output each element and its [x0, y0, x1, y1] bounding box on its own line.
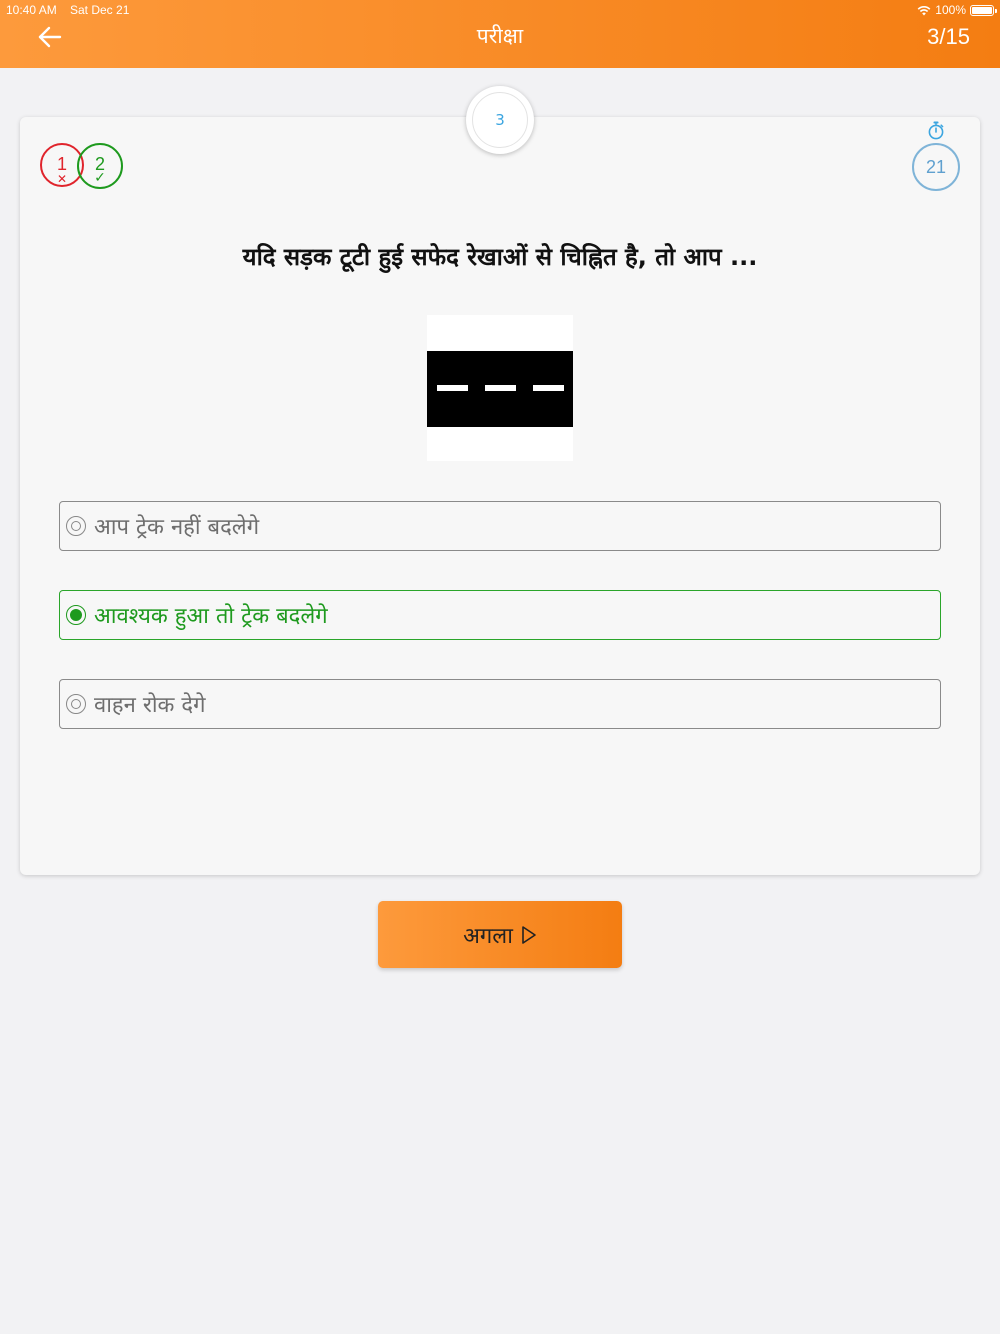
- play-icon: [522, 925, 536, 944]
- check-icon: ✓: [94, 170, 106, 186]
- radio-icon: [66, 516, 86, 536]
- status-date: Sat Dec 21: [70, 3, 130, 17]
- question-progress: 3/15: [927, 24, 970, 49]
- road-broken-lines-image: [427, 315, 573, 461]
- battery-percent: 100%: [935, 3, 966, 17]
- cross-icon: ✕: [56, 172, 68, 186]
- answer-option-label: आवश्यक हुआ तो ट्रेक बदलेगे: [94, 604, 328, 629]
- page-title: परीक्षा: [476, 24, 524, 48]
- answer-option-1[interactable]: आप ट्रेक नहीं बदलेगे: [59, 501, 941, 551]
- next-button[interactable]: अगला: [378, 901, 622, 968]
- wifi-icon: [917, 5, 931, 15]
- radio-icon: [66, 694, 86, 714]
- question-number: 3: [472, 92, 528, 148]
- timer-countdown: 21: [912, 143, 960, 191]
- answer-option-label: आप ट्रेक नहीं बदलेगे: [94, 515, 260, 540]
- question-number-badge: 3: [466, 86, 534, 154]
- radio-selected-icon: [66, 605, 86, 625]
- status-time: 10:40 AM: [6, 3, 57, 17]
- question-card: [20, 117, 980, 875]
- question-text: यदि सड़क टूटी हुई सफेद रेखाओं से चिह्नित…: [242, 243, 758, 271]
- header-bar: 10:40 AM Sat Dec 21 100% परीक्षा 3/15: [0, 0, 1000, 68]
- status-indicators: 100%: [917, 3, 997, 17]
- battery-icon: [970, 4, 997, 16]
- stopwatch-icon: [928, 121, 944, 140]
- answer-option-2[interactable]: आवश्यक हुआ तो ट्रेक बदलेगे: [59, 590, 941, 640]
- answer-option-3[interactable]: वाहन रोक देगे: [59, 679, 941, 729]
- next-button-label: अगला: [463, 923, 513, 949]
- right-answers-badge: 2 ✓: [77, 143, 123, 189]
- answer-option-label: वाहन रोक देगे: [94, 693, 206, 718]
